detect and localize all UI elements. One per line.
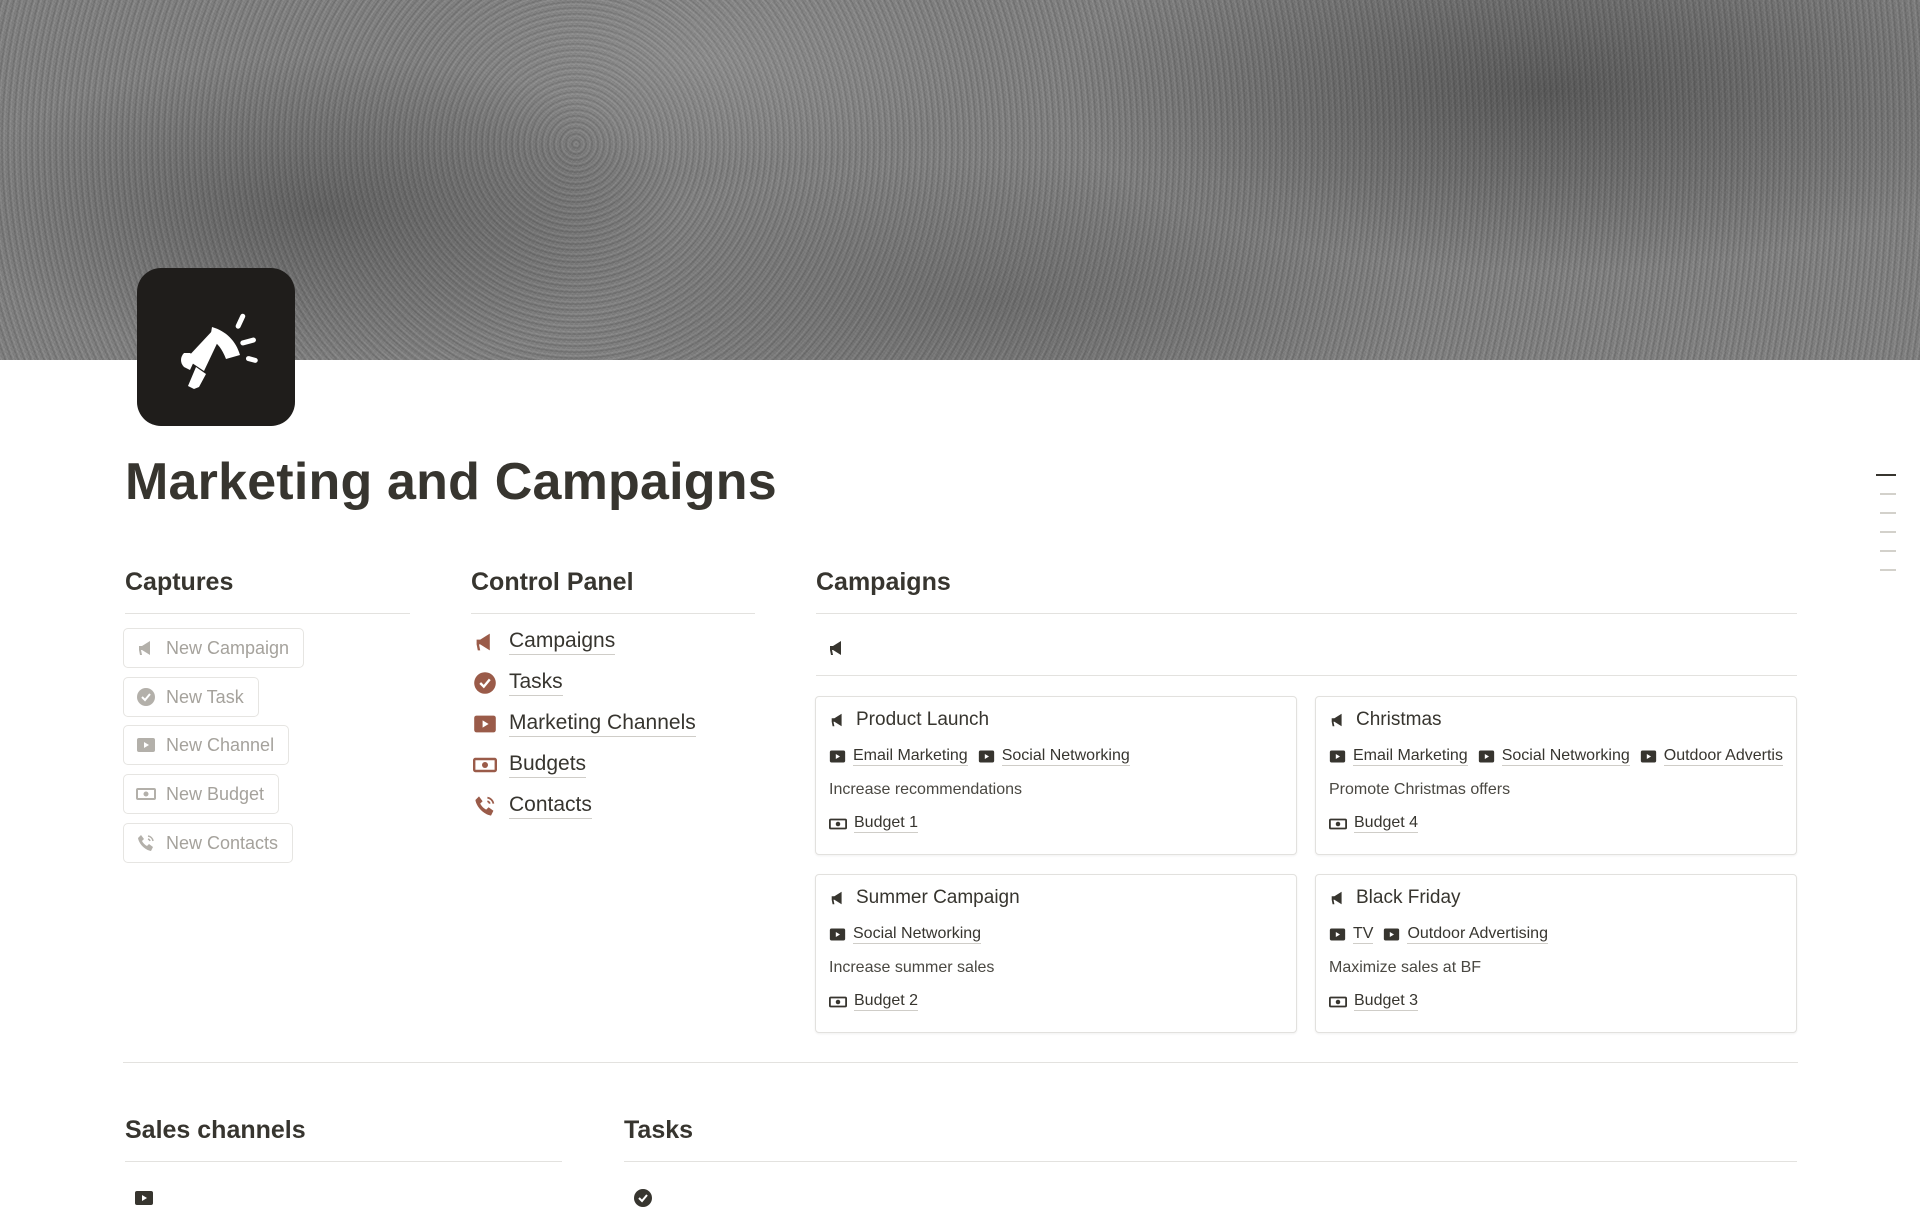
play-screen-icon (1384, 928, 1400, 941)
campaign-title: Black Friday (1356, 887, 1461, 908)
campaign-title: Summer Campaign (856, 887, 1020, 908)
campaign-card-christmas[interactable]: Christmas Email Marketing Social Network… (1315, 696, 1797, 855)
sales-channels-heading: Sales channels (125, 1116, 562, 1162)
table-of-contents[interactable] (1876, 474, 1896, 588)
campaign-budget-link[interactable]: Budget 3 (1329, 992, 1419, 1011)
section-divider (123, 1062, 1798, 1063)
channel-chip[interactable]: Social Networking (829, 925, 982, 944)
money-icon (1329, 996, 1347, 1007)
campaign-channels: Email Marketing Social Networking Outdoo… (1329, 747, 1783, 766)
tasks-heading: Tasks (624, 1116, 1797, 1162)
campaign-budget-link[interactable]: Budget 4 (1329, 814, 1419, 833)
money-icon (136, 788, 156, 800)
toc-item[interactable] (1880, 569, 1896, 571)
campaign-title: Christmas (1356, 709, 1442, 730)
phone-icon (138, 835, 154, 851)
play-screen-icon[interactable] (134, 1188, 154, 1208)
control-panel-link-contacts[interactable]: Contacts (473, 793, 592, 819)
channel-chip[interactable]: Outdoor Advertis (1640, 747, 1783, 766)
campaign-goal: Promote Christmas offers (1329, 781, 1511, 798)
play-screen-icon (1329, 750, 1346, 763)
channel-chip[interactable]: Email Marketing (1329, 747, 1468, 766)
channel-chip[interactable]: Social Networking (978, 747, 1130, 766)
megaphone-icon (1331, 891, 1342, 905)
toc-item[interactable] (1880, 531, 1896, 533)
control-panel-link-tasks[interactable]: Tasks (473, 670, 563, 696)
campaigns-view-tabs (816, 636, 1797, 676)
campaign-card-black-friday[interactable]: Black Friday TV Outdoor Advertising Maxi… (1315, 874, 1797, 1033)
toc-item[interactable] (1880, 512, 1896, 514)
control-panel-link-campaigns[interactable]: Campaigns (473, 629, 616, 655)
check-circle-icon[interactable] (633, 1188, 653, 1208)
megaphone-icon (476, 633, 490, 651)
new-campaign-button[interactable]: New Campaign (123, 628, 305, 668)
captures-heading: Captures (125, 568, 410, 614)
play-screen-icon (1329, 928, 1346, 941)
new-contacts-button[interactable]: New Contacts (123, 823, 294, 863)
page-title: Marketing and Campaigns (125, 453, 777, 511)
play-screen-icon (474, 715, 496, 733)
channel-chip[interactable]: TV (1329, 925, 1374, 944)
campaign-channels: Social Networking (829, 925, 982, 944)
control-panel-heading: Control Panel (471, 568, 755, 614)
megaphone-icon (831, 713, 842, 727)
toc-item[interactable] (1880, 493, 1896, 495)
page-icon-megaphone[interactable] (137, 268, 295, 426)
play-screen-icon (137, 738, 155, 752)
money-icon (829, 996, 847, 1007)
campaign-card-product-launch[interactable]: Product Launch Email Marketing Social Ne… (815, 696, 1297, 855)
campaign-channels: TV Outdoor Advertising (1329, 925, 1548, 944)
megaphone-icon[interactable] (827, 638, 847, 658)
control-panel-link-budgets[interactable]: Budgets (473, 752, 587, 778)
new-task-button[interactable]: New Task (123, 677, 259, 717)
megaphone-icon (1331, 713, 1342, 727)
campaign-budget-link[interactable]: Budget 1 (829, 814, 919, 833)
new-channel-button[interactable]: New Channel (123, 725, 290, 765)
play-screen-icon (1478, 750, 1494, 763)
toc-item[interactable] (1876, 474, 1896, 476)
money-icon (473, 757, 497, 773)
campaigns-heading: Campaigns (816, 568, 1797, 614)
campaign-channels: Email Marketing Social Networking (829, 747, 1130, 766)
play-screen-icon (829, 928, 846, 941)
channel-chip[interactable]: Email Marketing (829, 747, 968, 766)
campaign-goal: Increase summer sales (829, 959, 995, 976)
play-screen-icon (1640, 750, 1656, 763)
megaphone-icon (181, 313, 258, 389)
phone-icon (475, 796, 495, 816)
play-screen-icon (978, 750, 994, 763)
campaign-card-summer-campaign[interactable]: Summer Campaign Social Networking Increa… (815, 874, 1297, 1033)
campaign-budget-link[interactable]: Budget 2 (829, 992, 919, 1011)
campaign-goal: Increase recommendations (829, 781, 1022, 798)
megaphone-icon (139, 641, 150, 655)
toc-item[interactable] (1880, 550, 1896, 552)
check-circle-icon (474, 672, 496, 694)
megaphone-icon (831, 891, 842, 905)
check-circle-icon (137, 688, 155, 706)
control-panel-link-marketing-channels[interactable]: Marketing Channels (473, 711, 696, 737)
money-icon (1329, 818, 1347, 829)
campaign-goal: Maximize sales at BF (1329, 959, 1482, 976)
channel-chip[interactable]: Outdoor Advertising (1383, 925, 1548, 944)
money-icon (829, 818, 847, 829)
new-budget-button[interactable]: New Budget (123, 774, 280, 814)
campaign-title: Product Launch (856, 709, 990, 730)
play-screen-icon (829, 750, 846, 763)
channel-chip[interactable]: Social Networking (1478, 747, 1630, 766)
